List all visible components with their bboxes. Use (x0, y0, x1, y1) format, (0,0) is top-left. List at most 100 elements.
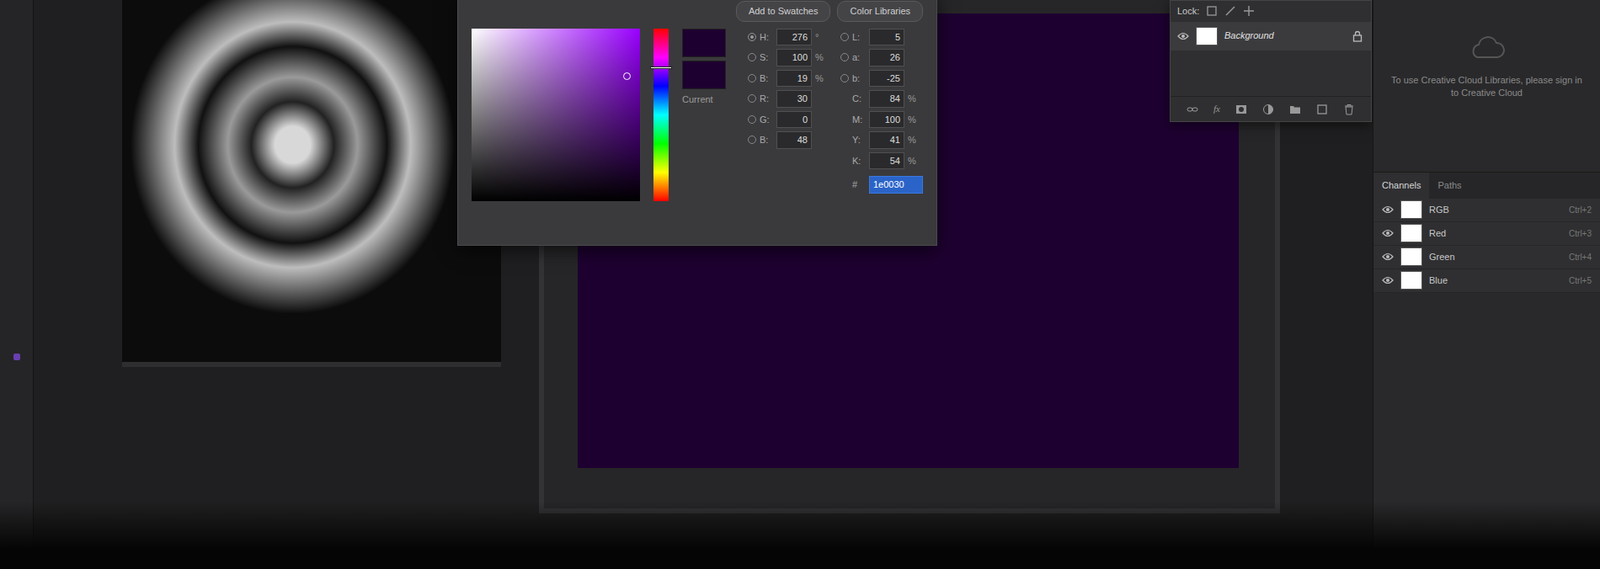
eye-icon[interactable] (1381, 276, 1394, 285)
panel-tab[interactable]: Paths (1429, 172, 1470, 199)
field-radio[interactable] (747, 32, 757, 42)
field-unit: % (907, 112, 920, 128)
tool-bar (0, 0, 34, 569)
hue-slider-thumb[interactable] (650, 66, 672, 70)
libraries-panel: To use Creative Cloud Libraries, please … (1373, 0, 1600, 173)
channel-thumbnail (1400, 271, 1423, 290)
field-input[interactable]: 30 (776, 90, 812, 108)
field-label: S: (759, 50, 774, 65)
eye-icon[interactable] (1177, 32, 1190, 41)
color-picker-dialog: Add to SwatchesColor LibrariesCurrentH:2… (457, 0, 938, 246)
lock-pixels-icon[interactable] (1205, 5, 1218, 17)
swatch-column: Current (682, 28, 735, 202)
field-row: C:84% (840, 90, 923, 108)
field-radio[interactable] (747, 53, 757, 62)
trash-icon[interactable] (1343, 103, 1355, 116)
field-input[interactable]: 5 (869, 28, 905, 47)
channels-panel: ChannelsPathsRGBCtrl+2RedCtrl+3GreenCtrl… (1373, 172, 1600, 294)
field-unit: % (907, 133, 920, 148)
field-input[interactable]: 48 (776, 131, 812, 150)
channel-shortcut: Ctrl+5 (1568, 274, 1592, 288)
field-label: B: (759, 71, 774, 86)
channel-row[interactable]: RGB Ctrl+2 (1373, 198, 1600, 223)
field-input[interactable]: 0 (776, 111, 812, 129)
channel-row[interactable]: GreenCtrl+4 (1373, 245, 1600, 270)
field-radio[interactable] (747, 94, 757, 103)
field-row: G:0 (747, 111, 827, 129)
field-label: M: (852, 112, 866, 128)
field-input[interactable]: 84 (869, 90, 905, 108)
field-input[interactable]: 26 (869, 48, 905, 67)
layer-thumbnail (1195, 26, 1218, 46)
channels-tabs: ChannelsPaths (1373, 172, 1600, 199)
hex-row: #1e0030 (840, 176, 923, 194)
adjustment-icon[interactable] (1262, 103, 1275, 116)
eye-icon[interactable] (1381, 205, 1394, 214)
field-row: B:19% (747, 69, 827, 88)
color-field[interactable] (471, 28, 640, 202)
layer-name[interactable]: Background (1224, 28, 1346, 43)
cloud-icon[interactable] (1468, 33, 1506, 61)
hex-input[interactable]: 1e0030 (869, 176, 923, 194)
lock-move-icon[interactable] (1242, 5, 1255, 17)
current-color-swatch[interactable] (682, 60, 726, 90)
field-label: b: (852, 71, 866, 86)
eye-icon[interactable] (1381, 252, 1394, 262)
channel-thumbnail (1400, 224, 1423, 243)
field-label: Y: (852, 133, 866, 148)
field-input[interactable]: 100 (776, 48, 812, 67)
field-row: M:100% (840, 111, 923, 129)
lock-icon[interactable] (1352, 30, 1365, 43)
channel-row[interactable]: Blue Ctrl+5 (1373, 269, 1600, 294)
fx-button[interactable]: fx (1213, 101, 1221, 117)
field-row: b:-25 (840, 69, 923, 88)
field-radio[interactable] (840, 32, 849, 42)
field-row: a:26 (840, 48, 923, 67)
channel-name: Blue (1429, 273, 1448, 288)
field-label: H: (759, 30, 774, 45)
field-unit: ° (815, 30, 827, 45)
channel-name: Green (1429, 250, 1456, 265)
folder-icon[interactable] (1289, 103, 1302, 116)
lock-paint-icon[interactable] (1224, 5, 1237, 17)
field-row: K:54% (840, 152, 923, 171)
field-radio[interactable] (747, 115, 757, 124)
right-dock: To use Creative Cloud Libraries, please … (1372, 0, 1600, 569)
field-radio[interactable] (747, 74, 757, 83)
link-icon[interactable] (1186, 103, 1199, 116)
field-label: R: (759, 91, 774, 107)
field-unit: % (907, 91, 920, 107)
field-input[interactable]: 100 (869, 111, 905, 129)
field-input[interactable]: -25 (869, 69, 905, 88)
panel-tab[interactable]: Channels (1373, 172, 1430, 199)
field-input[interactable]: 276 (776, 28, 812, 47)
field-row: S:100% (747, 48, 827, 67)
photoshop-window: Add to SwatchesColor LibrariesCurrentH:2… (0, 0, 1600, 569)
layer-row[interactable]: Background (1170, 21, 1371, 51)
field-radio[interactable] (840, 74, 849, 83)
field-label: C: (852, 91, 866, 107)
field-column: L:5a:26b:-25C:84%M:100%Y:41%K:54%#1e0030 (840, 28, 923, 202)
field-label: K: (852, 154, 866, 169)
channel-name: Red (1429, 226, 1446, 241)
channel-row[interactable]: RedCtrl+3 (1373, 222, 1600, 246)
field-label: L: (852, 30, 866, 45)
new-layer-icon[interactable] (1316, 103, 1328, 116)
field-label: B: (759, 133, 774, 148)
tool-icon[interactable] (13, 353, 21, 361)
eye-icon[interactable] (1381, 229, 1394, 238)
field-input[interactable]: 41 (869, 131, 905, 150)
hex-label: # (852, 177, 866, 192)
channel-name: RGB (1429, 202, 1450, 218)
field-unit: % (907, 154, 920, 169)
field-input[interactable]: 19 (776, 69, 812, 88)
mask-icon[interactable] (1235, 103, 1248, 116)
color-libraries-button[interactable]: Color Libraries (837, 0, 923, 22)
color-field-marker[interactable] (623, 72, 631, 80)
channel-shortcut: Ctrl+2 (1568, 203, 1592, 217)
field-input[interactable]: 54 (869, 152, 905, 171)
field-radio[interactable] (840, 53, 849, 62)
field-radio[interactable] (747, 135, 757, 144)
hue-slider[interactable] (653, 28, 669, 202)
add-to-swatches-button[interactable]: Add to Swatches (736, 0, 832, 22)
